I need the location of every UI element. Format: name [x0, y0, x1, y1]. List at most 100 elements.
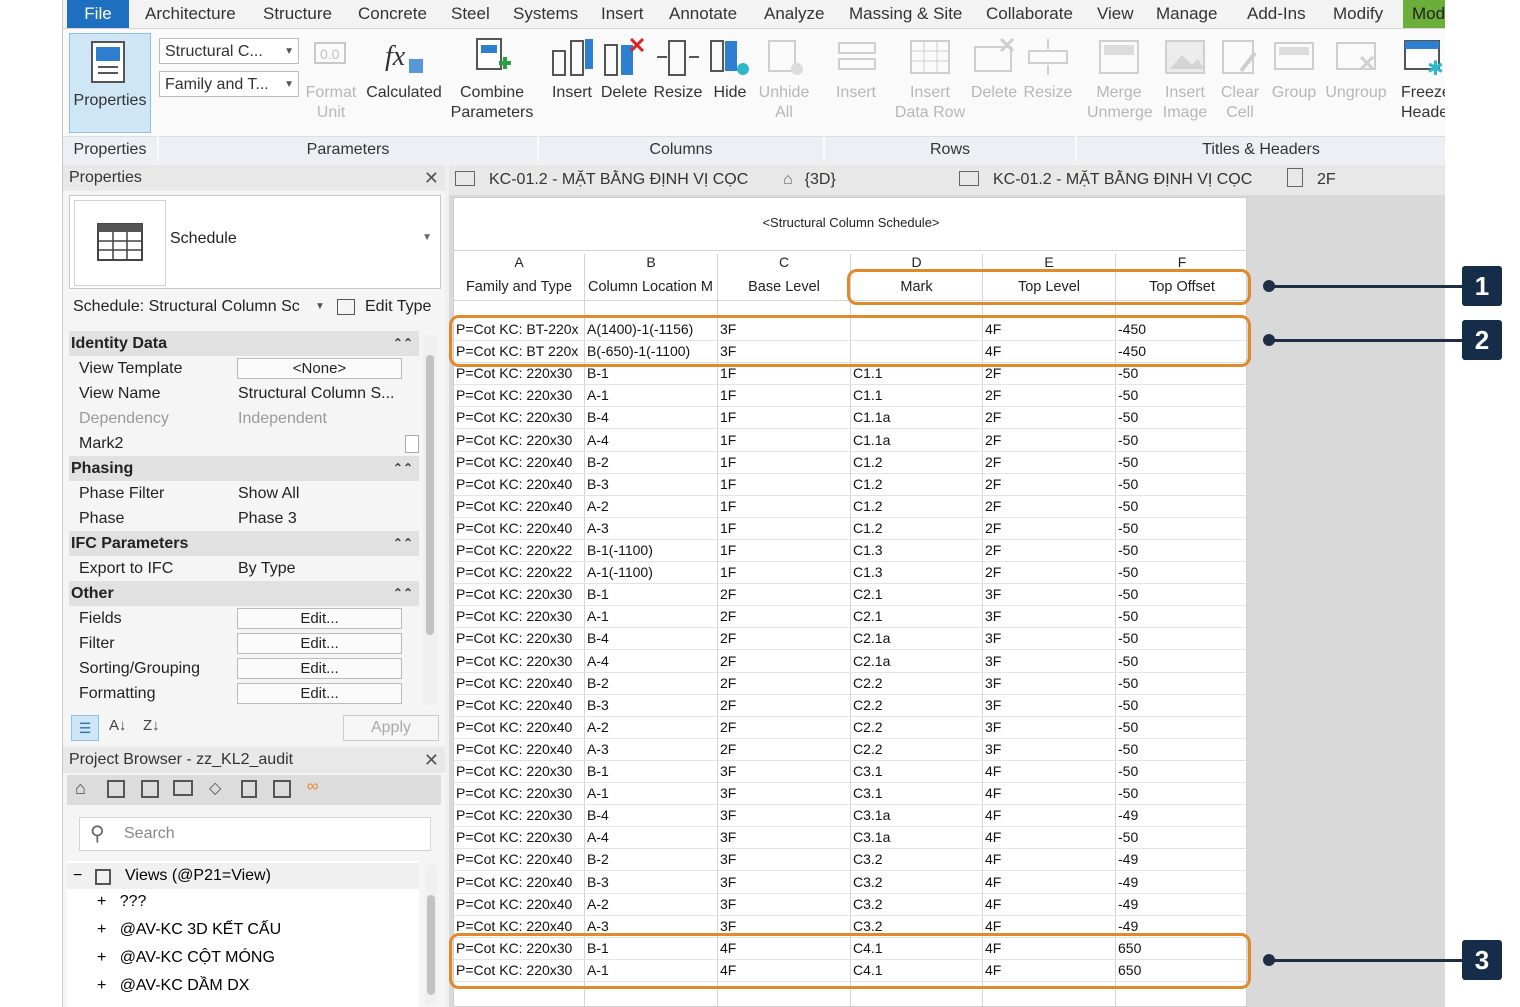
header-base-level[interactable]: Base Level: [718, 276, 850, 298]
cell-mark[interactable]: C1.1a: [853, 429, 981, 451]
cell-top-offset[interactable]: -50: [1118, 716, 1246, 738]
table-row[interactable]: P=Cot KC: 220x30 B-4 2F C2.1a 3F -50: [454, 627, 1246, 651]
hide-column-button[interactable]: Hide: [707, 37, 753, 103]
collapse-toggle-icon[interactable]: −: [73, 863, 82, 889]
cell-top-level[interactable]: 2F: [985, 539, 1113, 561]
tab-plan-1[interactable]: KC-01.2 - MẶT BẰNG ĐỊNH VỊ CỌC: [455, 165, 748, 195]
cell-top-offset[interactable]: -50: [1118, 384, 1246, 406]
menu-insert[interactable]: Insert: [601, 0, 644, 28]
cell-location[interactable]: B-1: [587, 760, 715, 782]
cell-mark[interactable]: C2.1: [853, 583, 981, 605]
cell-mark[interactable]: C1.1a: [853, 406, 981, 428]
cell-family-type[interactable]: P=Cot KC: 220x40: [456, 517, 584, 539]
menu-add-ins[interactable]: Add-Ins: [1247, 0, 1306, 28]
cell-mark[interactable]: C1.2: [853, 473, 981, 495]
cell-top-level[interactable]: 2F: [985, 429, 1113, 451]
scrollbar-thumb[interactable]: [427, 895, 435, 995]
group-icon[interactable]: [241, 780, 257, 798]
sheet-icon[interactable]: [141, 780, 159, 798]
cell-top-level[interactable]: 3F: [985, 583, 1113, 605]
cell-top-level[interactable]: 2F: [985, 517, 1113, 539]
cell-top-offset[interactable]: -49: [1118, 871, 1246, 893]
search-input[interactable]: ⚲ Search: [79, 817, 431, 851]
cell-base-level[interactable]: 1F: [720, 451, 848, 473]
view-name-field[interactable]: Structural Column S...: [238, 381, 395, 406]
cell-top-offset[interactable]: -50: [1118, 782, 1246, 804]
column-letter-b[interactable]: B: [585, 254, 717, 274]
cell-base-level[interactable]: 2F: [720, 694, 848, 716]
table-row[interactable]: P=Cot KC: 220x30 A-4 2F C2.1a 3F -50: [454, 650, 1246, 673]
cell-family-type[interactable]: P=Cot KC: 220x30: [456, 406, 584, 428]
cell-family-type[interactable]: P=Cot KC: 220x30: [456, 384, 584, 406]
merge-unmerge-button[interactable]: Merge Unmerge: [1087, 37, 1153, 123]
tab-2f[interactable]: 2F: [1287, 165, 1336, 195]
cell-mark[interactable]: C2.2: [853, 694, 981, 716]
cell-top-level[interactable]: 3F: [985, 672, 1113, 694]
cell-base-level[interactable]: 1F: [720, 495, 848, 517]
cell-top-level[interactable]: 2F: [985, 473, 1113, 495]
cell-family-type[interactable]: P=Cot KC: 220x40: [456, 451, 584, 473]
cell-base-level[interactable]: 3F: [720, 760, 848, 782]
categorize-icon[interactable]: ☰: [71, 715, 99, 741]
category-combo[interactable]: Structural C... ▼: [159, 38, 299, 64]
tab-plan-2[interactable]: KC-01.2 - MẶT BẰNG ĐỊNH VỊ CỌC: [959, 165, 1252, 195]
cell-location[interactable]: A-1(-1100): [587, 561, 715, 583]
cell-base-level[interactable]: 1F: [720, 517, 848, 539]
table-row[interactable]: P=Cot KC: 220x30 A-4 3F C3.1a 4F -50: [454, 826, 1246, 850]
header-column-location[interactable]: Column Location M: [588, 276, 716, 298]
close-icon[interactable]: ✕: [424, 747, 439, 773]
cell-base-level[interactable]: 2F: [720, 738, 848, 760]
cell-location[interactable]: B-3: [587, 473, 715, 495]
cell-top-level[interactable]: 4F: [985, 893, 1113, 915]
cell-base-level[interactable]: 3F: [720, 893, 848, 915]
cell-base-level[interactable]: 2F: [720, 583, 848, 605]
menu-concrete[interactable]: Concrete: [358, 0, 427, 28]
cell-mark[interactable]: C1.3: [853, 561, 981, 583]
section-ifc-parameters[interactable]: IFC Parameters ⌃⌃: [69, 531, 419, 556]
view-icon[interactable]: [107, 780, 125, 798]
formatting-edit-button[interactable]: Edit...: [237, 683, 402, 704]
resize-row-button[interactable]: Resize: [1023, 37, 1073, 103]
cell-base-level[interactable]: 1F: [720, 406, 848, 428]
cell-location[interactable]: A-3: [587, 738, 715, 760]
cell-top-level[interactable]: 3F: [985, 738, 1113, 760]
section-other[interactable]: Other ⌃⌃: [69, 581, 419, 606]
table-row[interactable]: P=Cot KC: 220x40 B-2 2F C2.2 3F -50: [454, 672, 1246, 695]
table-row[interactable]: P=Cot KC: 220x22 B-1(-1100) 1F C1.3 2F -50: [454, 539, 1246, 562]
cell-mark[interactable]: C3.2: [853, 893, 981, 915]
menu-structure[interactable]: Structure: [263, 0, 332, 28]
properties-scrollbar[interactable]: [423, 335, 437, 705]
delete-row-button[interactable]: Delete: [969, 37, 1019, 103]
cell-top-offset[interactable]: -50: [1118, 495, 1246, 517]
tab-3d[interactable]: ⌂ {3D}: [783, 165, 836, 195]
cell-base-level[interactable]: 1F: [720, 473, 848, 495]
cell-top-offset[interactable]: -50: [1118, 672, 1246, 694]
cell-top-level[interactable]: 3F: [985, 694, 1113, 716]
table-row[interactable]: P=Cot KC: 220x22 A-1(-1100) 1F C1.3 2F -50: [454, 561, 1246, 585]
tree-node-cot-mong[interactable]: + @AV-KC CỘT MÓNG: [97, 949, 275, 967]
cell-location[interactable]: A-2: [587, 893, 715, 915]
table-row[interactable]: P=Cot KC: 220x30 B-1 2F C2.1 3F -50: [454, 583, 1246, 607]
cell-mark[interactable]: C2.1a: [853, 650, 981, 672]
cell-family-type[interactable]: P=Cot KC: 220x30: [456, 826, 584, 848]
cell-top-offset[interactable]: -50: [1118, 429, 1246, 451]
cell-top-level[interactable]: 3F: [985, 716, 1113, 738]
cell-base-level[interactable]: 2F: [720, 605, 848, 627]
cell-base-level[interactable]: 1F: [720, 561, 848, 583]
view-template-button[interactable]: <None>: [237, 358, 402, 379]
menu-modify-schedule[interactable]: Mod: [1403, 0, 1445, 28]
cell-top-level[interactable]: 2F: [985, 495, 1113, 517]
tree-node-dam-dx[interactable]: + @AV-KC DẦM DX: [97, 977, 249, 995]
cell-family-type[interactable]: P=Cot KC: 220x40: [456, 672, 584, 694]
cell-mark[interactable]: C2.2: [853, 738, 981, 760]
menu-file[interactable]: File: [67, 0, 129, 28]
cell-location[interactable]: A-1: [587, 605, 715, 627]
cell-location[interactable]: A-4: [587, 650, 715, 672]
cell-base-level[interactable]: 1F: [720, 384, 848, 406]
cell-top-offset[interactable]: -50: [1118, 406, 1246, 428]
cell-mark[interactable]: C2.1: [853, 605, 981, 627]
cell-mark[interactable]: C1.2: [853, 451, 981, 473]
cell-location[interactable]: A-1: [587, 782, 715, 804]
unhide-all-button[interactable]: Unhide All: [757, 37, 811, 123]
cell-top-level[interactable]: 4F: [985, 760, 1113, 782]
